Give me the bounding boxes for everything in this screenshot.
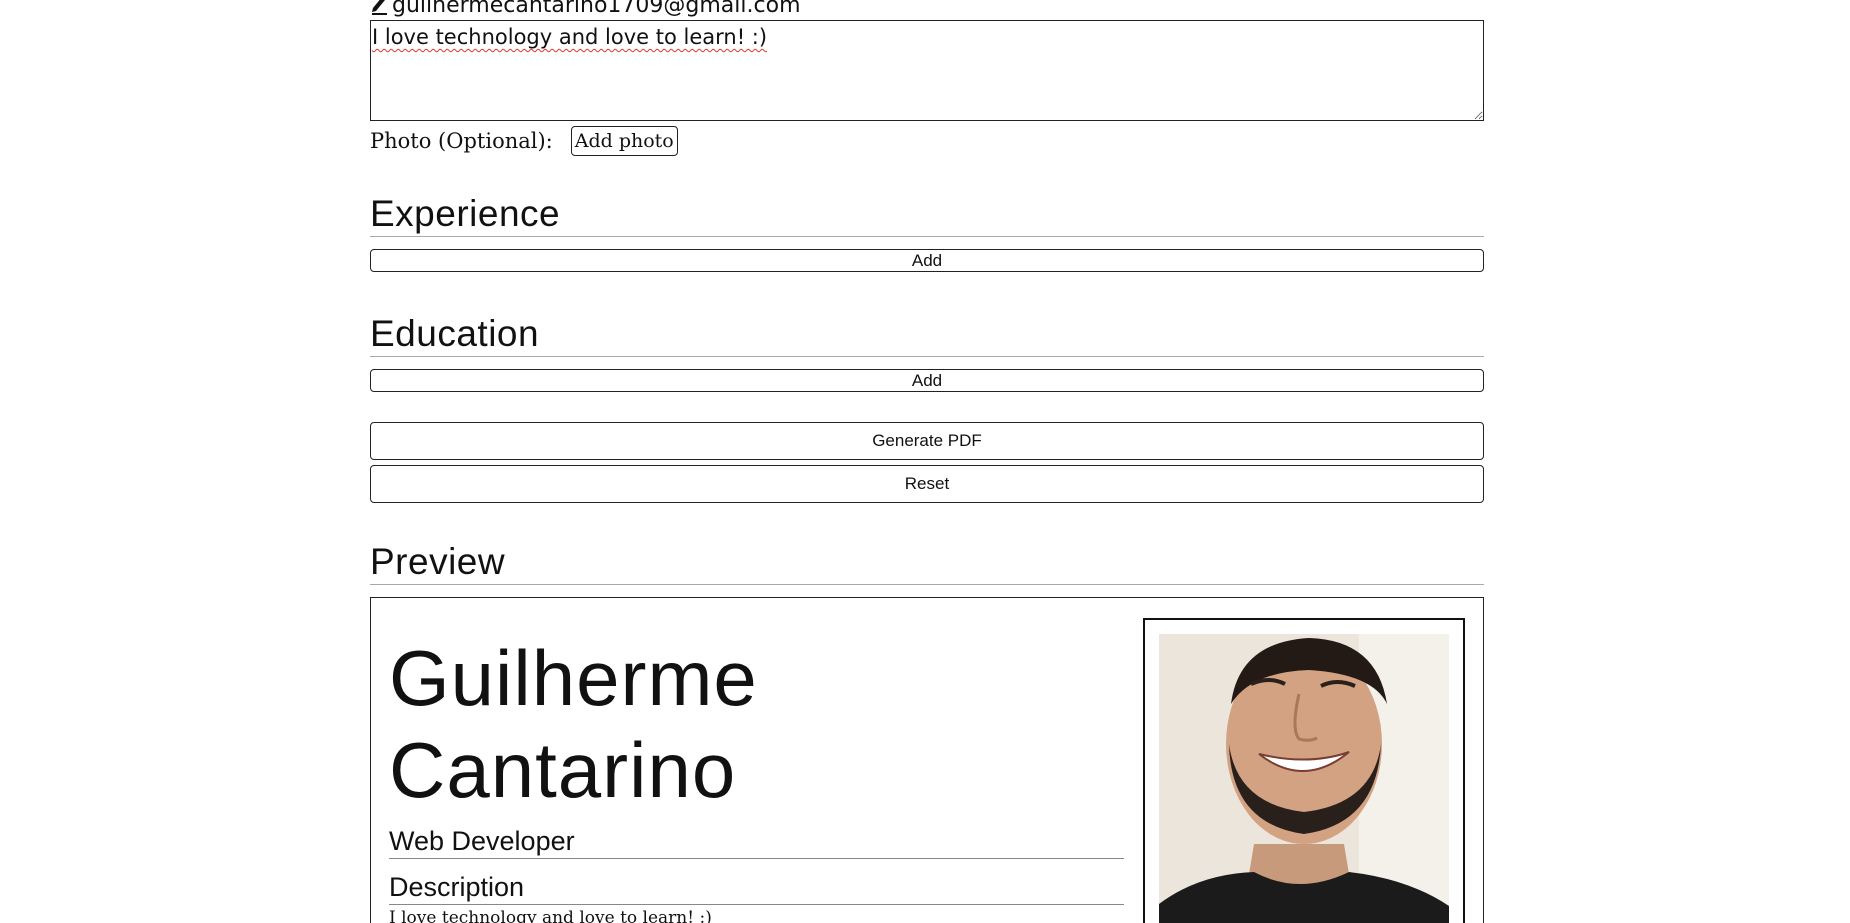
preview-first-name: Guilherme [389,634,758,722]
email-row: guilhermecantarino1709@gmail.com [370,0,801,18]
preview-name: Guilherme Cantarino [389,632,758,816]
preview-heading: Preview [370,540,1484,585]
reset-button[interactable]: Reset [370,465,1484,503]
pencil-icon [370,0,390,16]
preview-description-text: I love technology and love to learn! :) [389,908,712,923]
preview-photo-frame [1143,618,1465,923]
add-photo-button[interactable]: Add photo [570,126,678,156]
email-text: guilhermecantarino1709@gmail.com [392,0,801,18]
add-experience-button[interactable]: Add [370,249,1484,272]
photo-label: Photo (Optional): [370,129,553,153]
add-education-button[interactable]: Add [370,369,1484,392]
photo-row: Photo (Optional): Add photo [370,126,678,156]
page: guilhermecantarino1709@gmail.com Photo (… [0,0,1850,923]
experience-heading: Experience [370,192,1484,237]
preview-role: Web Developer [389,824,1124,859]
profile-photo [1159,634,1449,923]
generate-pdf-button[interactable]: Generate PDF [370,422,1484,460]
resume-preview: Guilherme Cantarino Web Developer Descri… [370,597,1484,923]
preview-last-name: Cantarino [389,726,737,814]
education-heading: Education [370,312,1484,357]
description-textarea[interactable] [370,20,1484,121]
preview-description-heading: Description [389,870,1124,905]
